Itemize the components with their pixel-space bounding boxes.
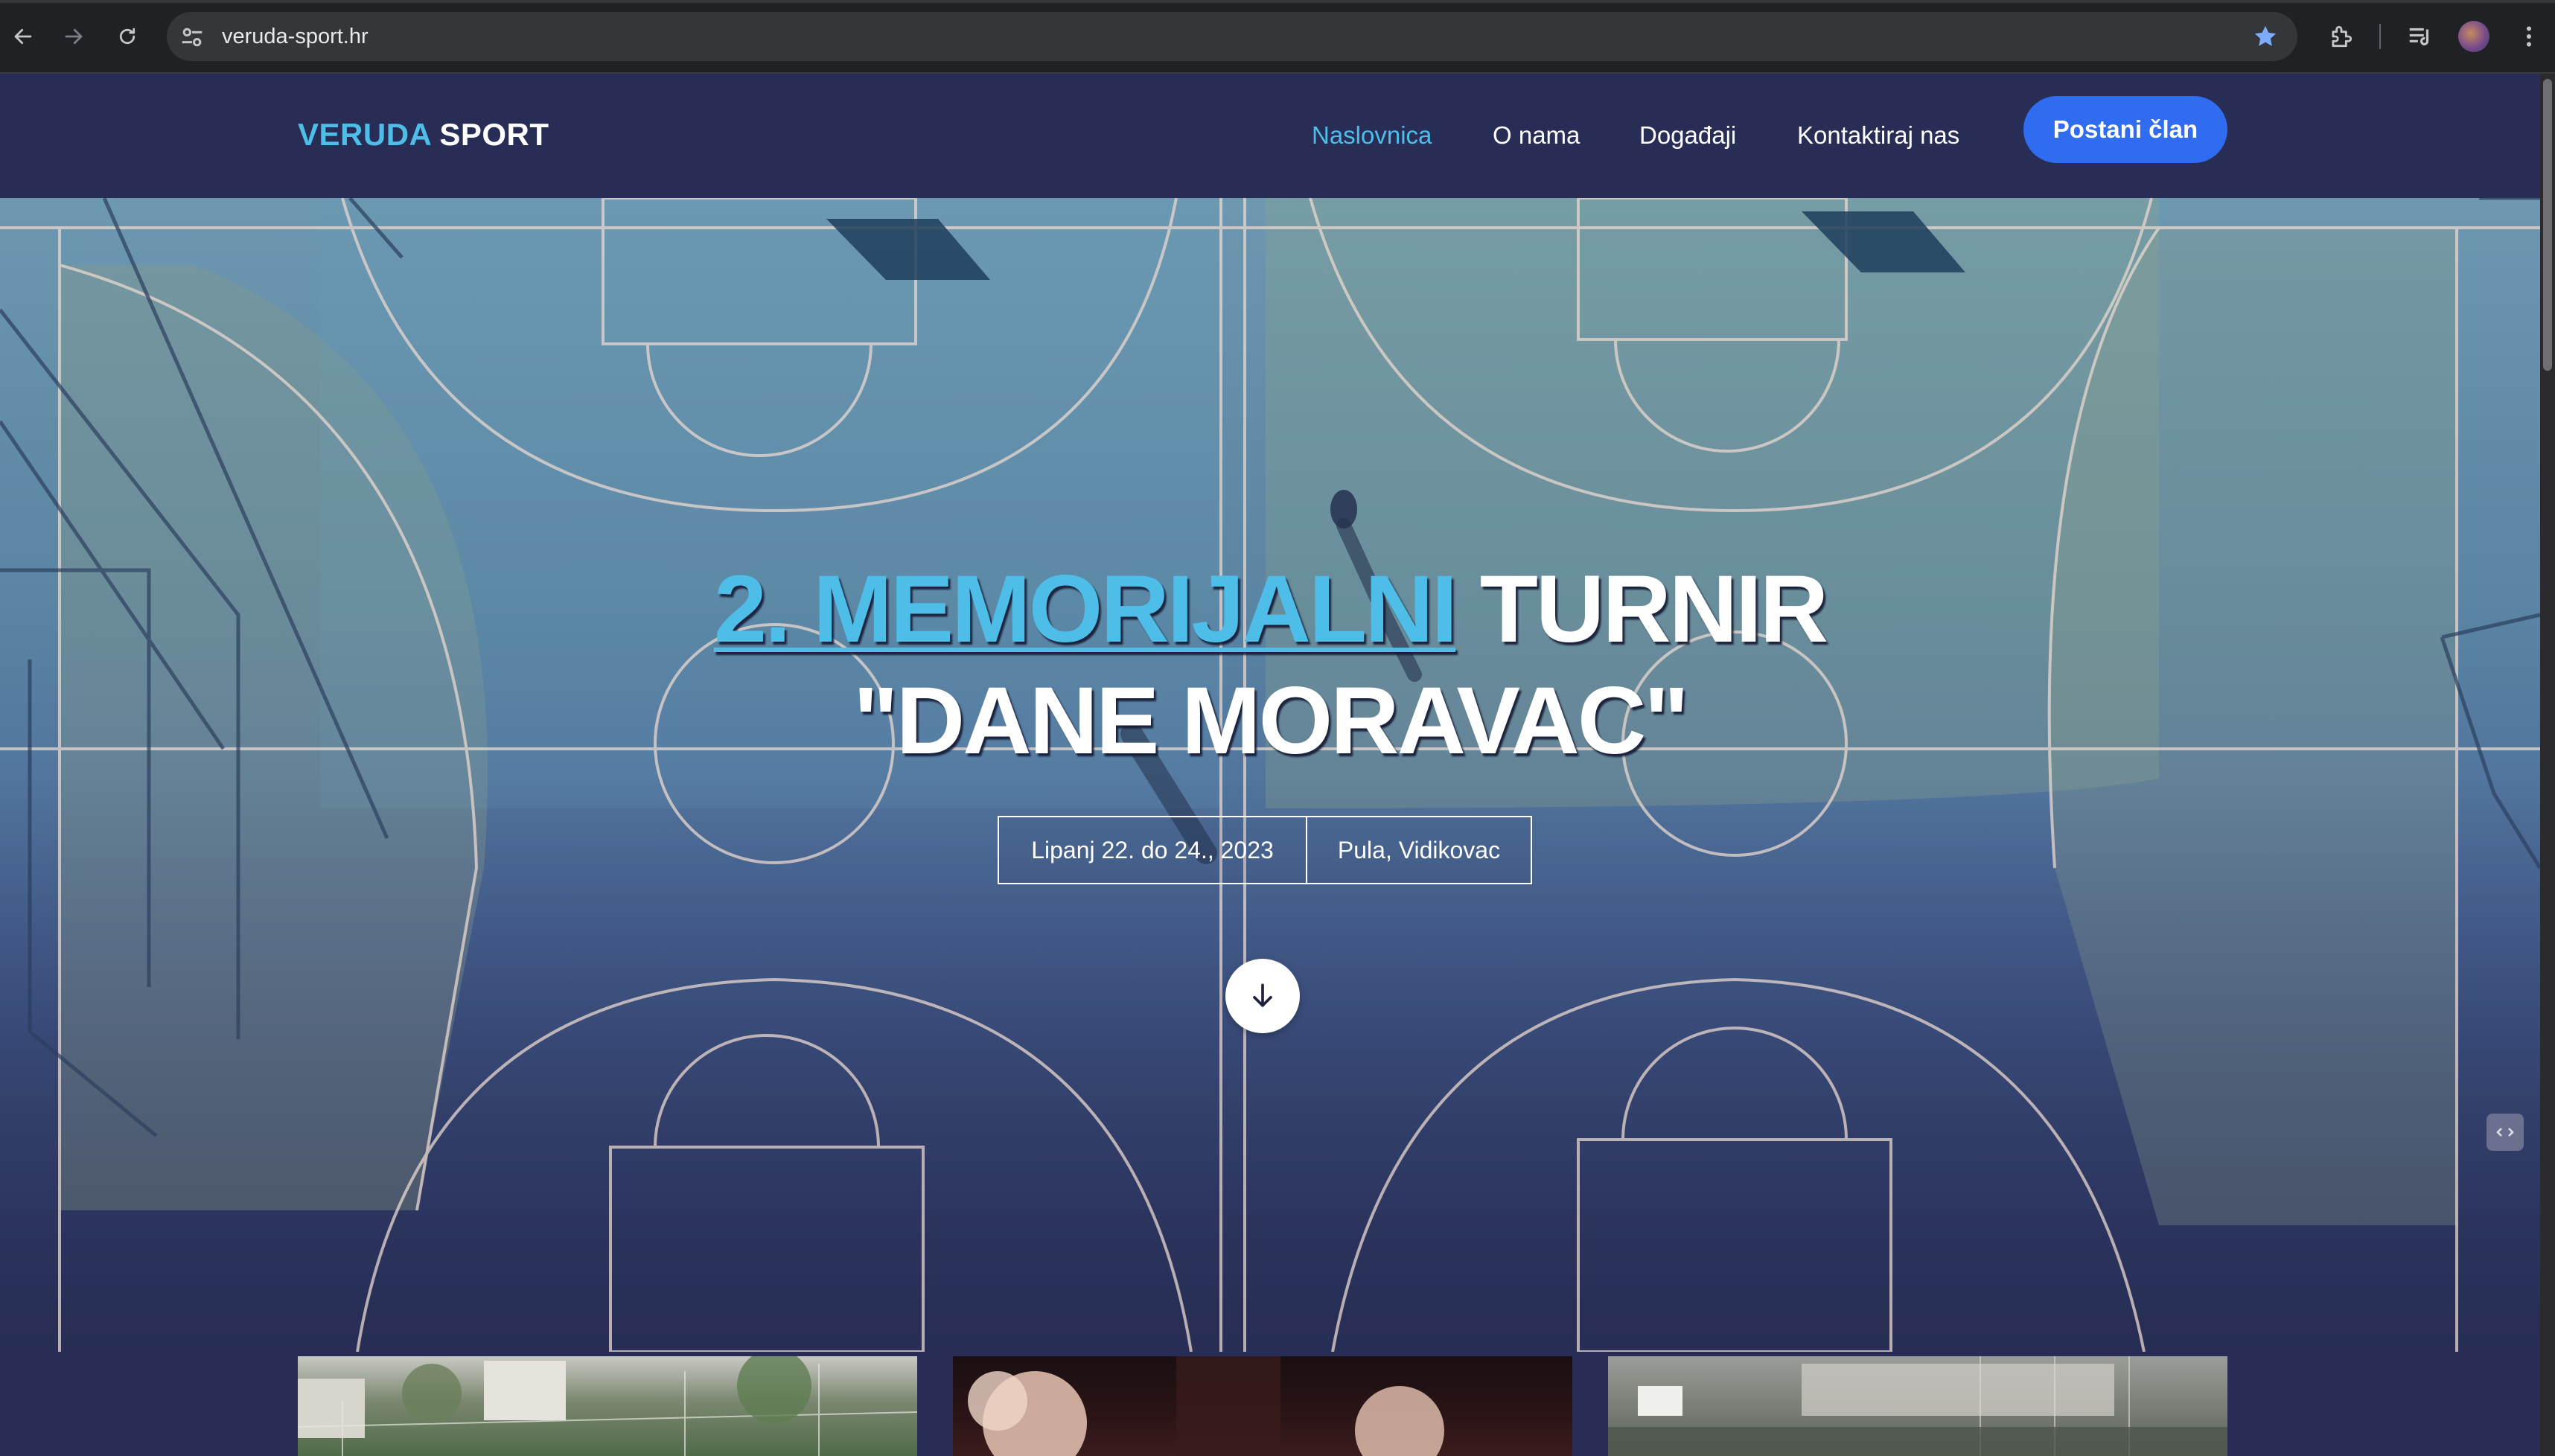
scrollbar-thumb[interactable] [2543,79,2552,371]
site-info-button[interactable] [177,22,207,52]
hero-title: 2. MEMORIJALNI TURNIR "DANE MORAVAC" [0,554,2540,777]
logo-part-veruda: VERUDA [298,117,433,152]
media-button[interactable] [2403,19,2437,54]
arrow-left-icon [14,28,32,45]
event-date-badge: Lipanj 22. do 24., 2023 [998,816,1307,884]
tournament-crowd-photo-image [1608,1356,2227,1456]
logo-part-sport: SPORT [439,117,549,152]
extensions-button[interactable] [2324,19,2358,54]
event-info-badges: Lipanj 22. do 24., 2023 Pula, Vidikovac [998,816,1532,884]
forward-button[interactable] [54,16,94,57]
bookmark-button[interactable] [2248,19,2283,54]
kebab-menu-icon [2527,26,2531,47]
profile-avatar[interactable] [2458,21,2489,52]
reload-icon [119,28,135,45]
court-photo-image [298,1356,917,1456]
arrow-right-icon [65,28,83,45]
tab-strip [0,0,2555,3]
hero-title-line2: "DANE MORAVAC" [853,668,1689,774]
nav-naslovnica[interactable]: Naslovnica [1312,121,1432,150]
event-location-badge: Pula, Vidikovac [1307,816,1532,884]
gallery-image-1[interactable] [298,1356,917,1456]
scroll-down-button[interactable] [1225,959,1300,1033]
media-queue-icon [2409,28,2429,45]
address-bar[interactable] [167,12,2297,61]
hero-title-highlight[interactable]: 2. MEMORIJALNI [714,556,1458,662]
browser-menu-button[interactable] [2512,19,2546,54]
url-text[interactable]: veruda-sport.hr [222,19,369,54]
site-logo[interactable]: VERUDA SPORT [298,117,549,153]
devtools-toggle-button[interactable] [2487,1114,2524,1151]
hero-section: 2. MEMORIJALNI TURNIR "DANE MORAVAC" Lip… [0,198,2540,1352]
nav-dogadaji[interactable]: Događaji [1639,121,1736,150]
nav-kontaktiraj-nas[interactable]: Kontaktiraj nas [1797,121,1959,150]
arrow-down-icon [1253,983,1272,1007]
browser-toolbar: veruda-sport.hr [0,0,2555,74]
puzzle-icon [2332,25,2353,48]
code-icon [2496,1128,2514,1137]
tune-icon [182,28,202,47]
nav-o-nama[interactable]: O nama [1493,121,1580,150]
gallery-image-3[interactable] [1608,1356,2227,1456]
reload-button[interactable] [107,16,147,57]
back-button[interactable] [3,16,43,57]
site-header: VERUDA SPORT Naslovnica O nama Događaji K… [0,74,2540,198]
fireworks-photo-image [968,1356,1444,1456]
postani-clan-button[interactable]: Postani član [2023,96,2227,163]
gallery-image-2[interactable] [953,1356,1572,1456]
hero-title-word: TURNIR [1479,556,1828,662]
star-icon [2254,25,2277,46]
toolbar-separator [2379,24,2381,49]
